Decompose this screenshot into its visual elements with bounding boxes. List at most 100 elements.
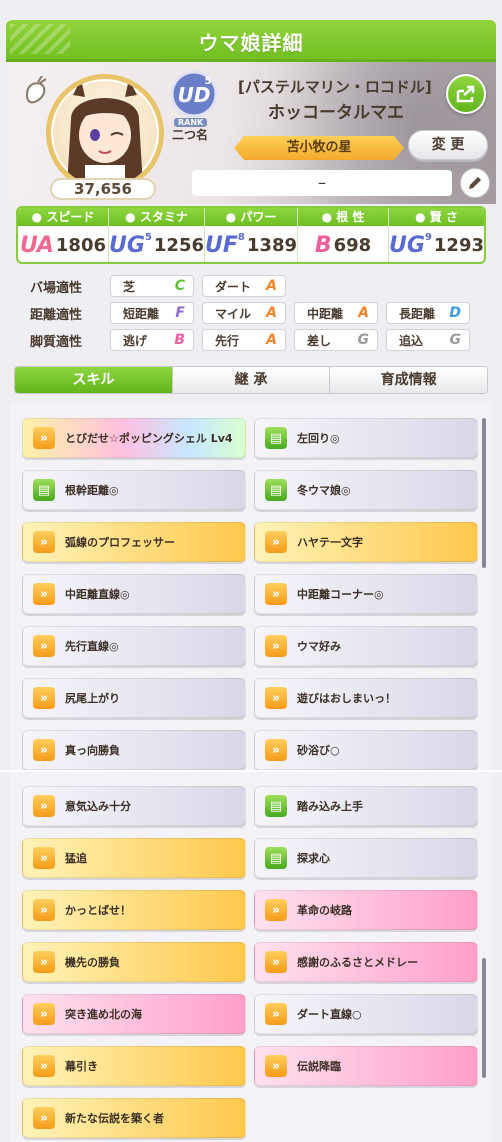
- skill-speed-icon: »: [265, 635, 287, 657]
- header-bar: ウマ娘詳細: [6, 20, 496, 62]
- share-button[interactable]: [446, 74, 486, 114]
- skill-name: 砂浴び○: [297, 744, 340, 757]
- track-aptitude-1: ダート A: [202, 275, 286, 297]
- aptitude-grade: A: [358, 305, 369, 321]
- stat-grade: UG: [109, 232, 145, 258]
- aptitude-grade: A: [266, 278, 277, 294]
- skill-speed-icon: »: [33, 739, 55, 761]
- header-stripes: [10, 24, 70, 54]
- stat-grade-sub: 5: [144, 232, 152, 243]
- skill-item[interactable]: » 遊びはおしまいっ！: [254, 678, 478, 718]
- skill-name: 踏み込み上手: [297, 800, 363, 813]
- outfit-name: [パステルマリン・ロコドル]: [238, 78, 432, 96]
- skill-item[interactable]: » 新たな伝説を築く者: [22, 1098, 246, 1138]
- character-portrait[interactable]: [46, 74, 164, 192]
- skill-name: 新たな伝説を築く者: [65, 1112, 164, 1125]
- skill-speed-icon: »: [33, 1055, 55, 1077]
- scrollbar-top[interactable]: [482, 418, 486, 568]
- tab-skill[interactable]: スキル: [15, 367, 173, 393]
- skill-item[interactable]: » 猛追: [22, 838, 246, 878]
- skill-item[interactable]: » 砂浴び○: [254, 730, 478, 770]
- stat-value: 1293: [433, 234, 485, 256]
- skill-speed-icon: »: [33, 795, 55, 817]
- skill-green-icon: ▤: [265, 479, 287, 501]
- skill-item[interactable]: » ウマ好み: [254, 626, 478, 666]
- shoe-icon: ●: [31, 210, 47, 224]
- skill-item[interactable]: » かっとばせ！: [22, 890, 246, 930]
- rank-sub: 5: [205, 76, 212, 87]
- skill-item[interactable]: ▤ 踏み込み上手: [254, 786, 478, 826]
- skill-name: ウマ好み: [297, 640, 341, 653]
- flame-icon: ●: [321, 210, 337, 224]
- distance-aptitude-label: 距離適性: [30, 307, 83, 323]
- skill-green-icon: ▤: [265, 427, 287, 449]
- skill-item[interactable]: ▤ 探求心: [254, 838, 478, 878]
- skill-item[interactable]: » 突き進め北の海: [22, 994, 246, 1034]
- skill-name: 幕引き: [65, 1060, 98, 1073]
- skill-speed-icon: »: [33, 635, 55, 657]
- skill-item[interactable]: » 先行直線◎: [22, 626, 246, 666]
- aptitude-grade: G: [449, 332, 462, 348]
- aptitude-name: マイル: [215, 306, 252, 321]
- section-divider: [0, 770, 502, 772]
- skill-item[interactable]: » とびだせ☆ポッピングシェル Lv4: [22, 418, 246, 458]
- skill-item[interactable]: ▤ 根幹距離◎: [22, 470, 246, 510]
- aptitude-name: 先行: [215, 333, 240, 348]
- skill-name: 機先の勝負: [65, 956, 120, 969]
- aptitude-grade: D: [449, 305, 461, 321]
- skill-name: 中距離コーナー◎: [297, 588, 384, 601]
- skill-name: 真っ向勝負: [65, 744, 120, 757]
- track-aptitude-row: バ場適性: [30, 275, 108, 297]
- stat-label: ● 賢 さ: [389, 208, 484, 226]
- skill-name: 冬ウマ娘◎: [297, 484, 351, 497]
- aptitude-name: 短距離: [123, 306, 160, 321]
- skill-green-icon: ▤: [265, 795, 287, 817]
- aptitude-grade: A: [266, 332, 277, 348]
- stat-value: 1806: [55, 234, 107, 256]
- skill-item[interactable]: » 機先の勝負: [22, 942, 246, 982]
- epithet-field: –: [192, 170, 452, 196]
- skill-speed-icon: »: [33, 687, 55, 709]
- tab-training-info[interactable]: 育成情報: [330, 367, 487, 393]
- skill-name: 探求心: [297, 852, 330, 865]
- skill-speed-icon: »: [265, 951, 287, 973]
- skill-speed-icon: »: [33, 1003, 55, 1025]
- skill-speed-icon: »: [33, 1107, 55, 1129]
- stat-grade: UA: [20, 232, 54, 258]
- aptitude-grade: C: [174, 278, 185, 294]
- nickname-label: 二つ名: [172, 128, 209, 142]
- skill-item[interactable]: » 中距離コーナー◎: [254, 574, 478, 614]
- aptitude-name: 芝: [123, 279, 136, 294]
- skill-item[interactable]: » 真っ向勝負: [22, 730, 246, 770]
- skill-item[interactable]: ▤ 冬ウマ娘◎: [254, 470, 478, 510]
- skill-item[interactable]: ▤ 左回り◎: [254, 418, 478, 458]
- skill-item[interactable]: » 中距離直線◎: [22, 574, 246, 614]
- skill-name: 中距離直線◎: [65, 588, 130, 601]
- stat-grade: B: [314, 232, 332, 258]
- tab-inherit[interactable]: 継 承: [172, 367, 331, 393]
- skill-speed-icon: »: [265, 899, 287, 921]
- skill-item[interactable]: » 革命の岐路: [254, 890, 478, 930]
- skill-speed-icon: »: [33, 899, 55, 921]
- skill-name: 突き進め北の海: [65, 1008, 142, 1021]
- stat-grade-sub: 8: [237, 232, 245, 243]
- change-button[interactable]: 変 更: [408, 130, 488, 160]
- skill-item[interactable]: » 尻尾上がり: [22, 678, 246, 718]
- skill-speed-icon: »: [265, 1003, 287, 1025]
- skill-name: かっとばせ！: [65, 904, 131, 917]
- edit-button[interactable]: [460, 168, 490, 198]
- skill-speed-icon: »: [33, 531, 55, 553]
- carrot-icon[interactable]: [24, 76, 50, 106]
- skill-item[interactable]: » ダート直線○: [254, 994, 478, 1034]
- skill-item[interactable]: » ハヤテ一文字: [254, 522, 478, 562]
- skill-item[interactable]: » 感謝のふるさとメドレー: [254, 942, 478, 982]
- skill-item[interactable]: » 幕引き: [22, 1046, 246, 1086]
- skill-name: ハヤテ一文字: [297, 536, 363, 549]
- skill-item[interactable]: » 弧線のプロフェッサー: [22, 522, 246, 562]
- distance-aptitude-1: マイル A: [202, 302, 286, 324]
- scrollbar-bottom[interactable]: [482, 958, 486, 1078]
- profile-panel: 37,656 UD 5 RANK 二つ名 [パステルマリン・ロコドル] ホッコー…: [6, 62, 496, 204]
- skill-item[interactable]: » 伝説降臨: [254, 1046, 478, 1086]
- skill-item[interactable]: » 意気込み十分: [22, 786, 246, 826]
- stat-label: ● スタミナ: [109, 208, 205, 226]
